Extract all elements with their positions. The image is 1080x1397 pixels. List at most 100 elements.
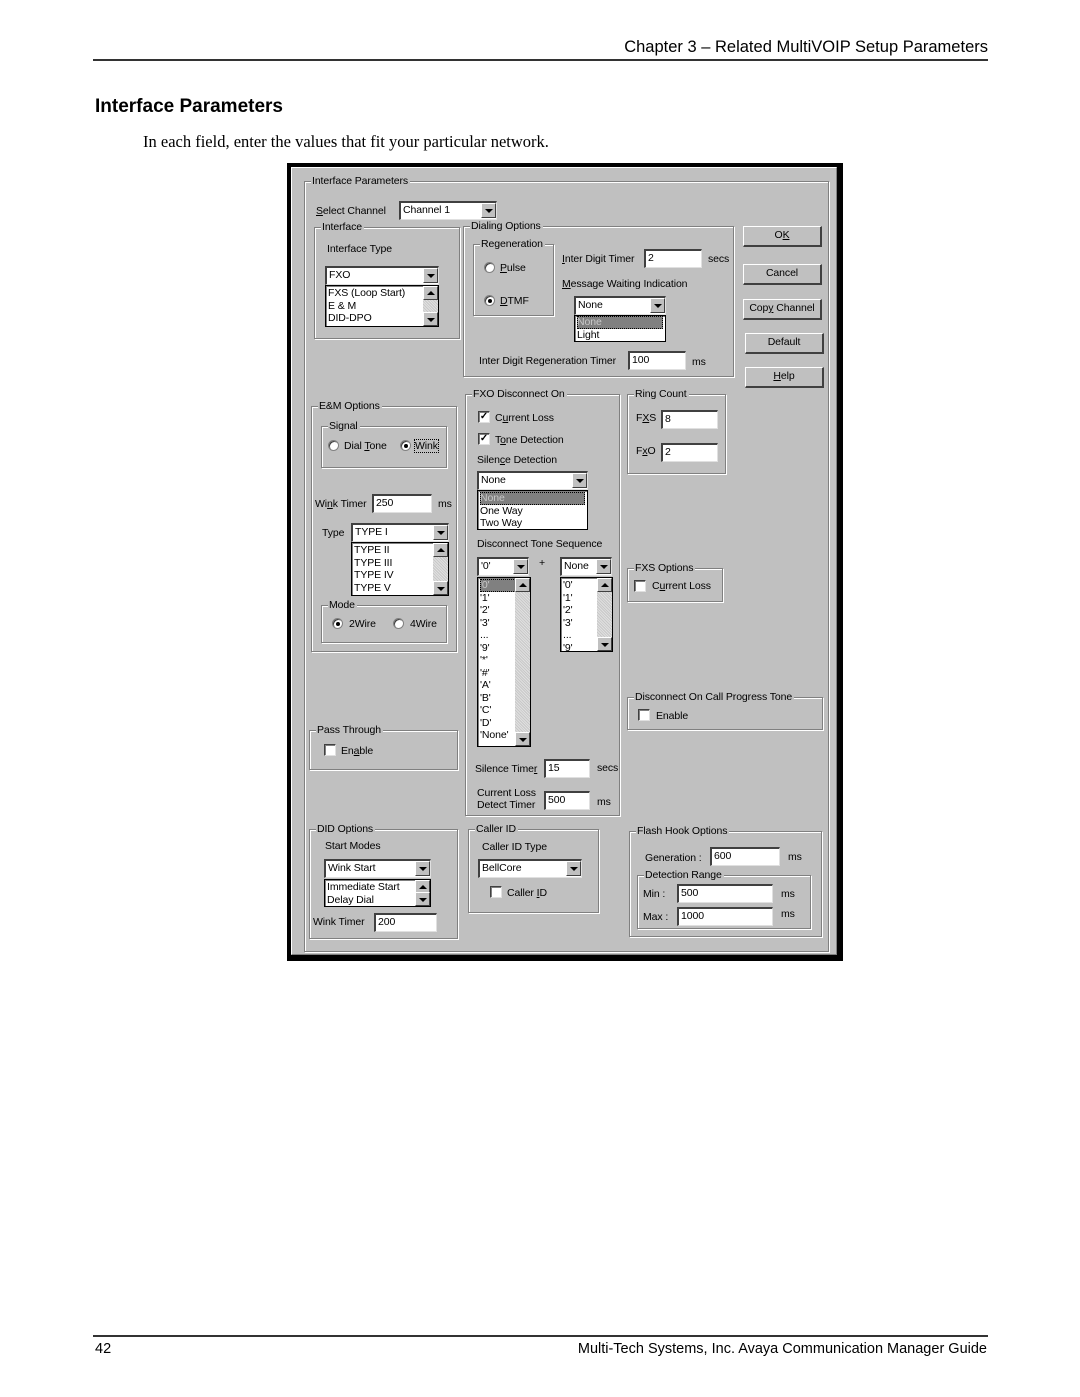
start-mode-combo[interactable]: Wink Start	[324, 859, 431, 878]
tone-sequence-first-combo[interactable]: '0'	[477, 557, 529, 576]
tone-sequence-second-value: None	[564, 560, 589, 572]
interface-group-title: Interface	[321, 221, 364, 233]
scroll-down-icon[interactable]	[423, 312, 438, 326]
caller-id-checkbox[interactable]	[490, 886, 502, 898]
list-item[interactable]: DID-DPO	[328, 312, 438, 325]
list-item[interactable]: Light	[577, 329, 665, 342]
regeneration-title: Regeneration	[480, 238, 545, 250]
scroll-down-icon[interactable]	[597, 637, 612, 651]
tone-sequence-first-list[interactable]: '0' '1' '2' '3'... '9' '*' '#' 'A' 'B' 'C' 'D' 'Non…	[477, 577, 531, 747]
wink-label: Wink	[414, 439, 439, 453]
help-button[interactable]: Help	[745, 367, 824, 388]
chevron-down-icon[interactable]	[572, 473, 587, 488]
list-item[interactable]: FXS (Loop Start)	[328, 287, 438, 300]
fxo-ring-input[interactable]: 2	[661, 443, 718, 462]
wink-radio[interactable]	[400, 440, 411, 451]
mwi-combo[interactable]: None	[574, 296, 666, 315]
dtmf-radio[interactable]	[484, 295, 495, 306]
generation-input[interactable]: 600	[710, 847, 780, 866]
em-wink-timer-unit: ms	[438, 498, 452, 510]
pulse-radio[interactable]	[484, 262, 495, 273]
pass-through-enable-checkbox[interactable]	[324, 744, 336, 756]
inter-digit-timer-input[interactable]: 2	[644, 249, 702, 268]
cancel-button[interactable]: Cancel	[743, 264, 822, 285]
call-progress-enable-checkbox[interactable]	[638, 709, 650, 721]
fxs-current-loss-checkbox[interactable]	[634, 580, 646, 592]
current-loss-timer-input[interactable]: 500	[544, 791, 590, 810]
default-button[interactable]: Default	[745, 333, 824, 354]
chevron-down-icon[interactable]	[566, 861, 581, 876]
chevron-down-icon[interactable]	[423, 268, 438, 283]
tone-detection-checkbox[interactable]: ✓	[478, 433, 490, 445]
min-input[interactable]: 500	[677, 884, 773, 903]
chevron-down-icon[interactable]	[513, 559, 528, 574]
fxs-current-loss-label: Current Loss	[652, 580, 711, 592]
silence-timer-input[interactable]: 15	[544, 759, 590, 778]
interface-type-list[interactable]: FXS (Loop Start) E & M DID-DPO	[325, 285, 439, 327]
scrollbar[interactable]	[423, 286, 438, 326]
silence-detection-value: None	[481, 474, 506, 486]
scroll-up-icon[interactable]	[423, 286, 438, 300]
scroll-up-icon[interactable]	[433, 543, 448, 557]
scrollbar[interactable]	[433, 543, 448, 595]
caller-id-group: Caller ID Caller ID Type BellCore Caller…	[468, 823, 599, 913]
list-item[interactable]: One Way	[480, 505, 587, 518]
did-wink-timer-input[interactable]: 200	[374, 913, 437, 932]
four-wire-label: 4Wire	[410, 618, 437, 630]
chevron-down-icon[interactable]	[650, 298, 665, 313]
current-loss-checkbox[interactable]: ✓	[478, 411, 490, 423]
scrollbar[interactable]	[515, 578, 530, 746]
caller-id-type-label: Caller ID Type	[482, 841, 547, 853]
list-item[interactable]: Two Way	[480, 517, 587, 529]
silence-detection-combo[interactable]: None	[477, 471, 588, 490]
list-item-selected[interactable]: None	[577, 316, 663, 329]
fxs-options-group: FXS Options Current Loss	[627, 562, 723, 602]
chevron-down-icon[interactable]	[596, 559, 611, 574]
silence-timer-label: Silence Timer	[475, 763, 538, 775]
caller-id-type-combo[interactable]: BellCore	[478, 859, 582, 878]
em-wink-timer-label: Wink Timer	[315, 498, 367, 510]
chevron-down-icon[interactable]	[481, 203, 496, 218]
interface-type-combo[interactable]: FXO	[325, 266, 439, 285]
current-loss-label: Current Loss	[495, 412, 554, 424]
regen-timer-input[interactable]: 100	[628, 351, 686, 370]
tone-detection-label: Tone Detection	[495, 434, 564, 446]
fxo-disconnect-title: FXO Disconnect On	[472, 388, 567, 400]
select-channel-combo[interactable]: Channel 1	[399, 201, 497, 220]
four-wire-radio[interactable]	[393, 618, 404, 629]
em-wink-timer-input[interactable]: 250	[372, 494, 432, 513]
chevron-down-icon[interactable]	[415, 861, 430, 876]
plus-sign: +	[539, 557, 546, 569]
max-input[interactable]: 1000	[677, 907, 773, 926]
interface-type-label: Interface Type	[327, 243, 392, 255]
scrollbar[interactable]	[597, 578, 612, 651]
dial-tone-radio[interactable]	[328, 440, 339, 451]
tone-sequence-first-value: '0'	[481, 560, 491, 572]
scroll-up-icon[interactable]	[515, 578, 530, 592]
signal-group: Signal Dial Tone Wink	[321, 420, 447, 468]
tone-sequence-second-list[interactable]: '0' '1' '2' '3'... '9'	[560, 577, 613, 652]
mwi-list[interactable]: None Light	[574, 315, 666, 342]
select-channel-label: Select Channel	[316, 205, 386, 217]
fxs-ring-label: FXS	[636, 412, 657, 424]
em-type-combo[interactable]: TYPE I	[351, 523, 449, 542]
ok-button[interactable]: OK	[743, 226, 822, 247]
silence-detection-list[interactable]: None One Way Two Way	[477, 490, 588, 530]
two-wire-radio[interactable]	[332, 618, 343, 629]
select-channel-text: elect Channel	[322, 205, 386, 217]
chevron-down-icon[interactable]	[433, 525, 448, 540]
start-mode-list[interactable]: Immediate Start Delay Dial	[324, 879, 431, 907]
section-title: Interface Parameters	[95, 96, 283, 117]
list-item[interactable]: E & M	[328, 300, 438, 313]
flash-hook-group: Flash Hook Options Generation : 600 ms D…	[629, 825, 822, 937]
scroll-up-icon[interactable]	[597, 578, 612, 592]
scroll-down-icon[interactable]	[415, 892, 430, 906]
fxs-ring-input[interactable]: 8	[661, 410, 718, 429]
scroll-down-icon[interactable]	[433, 581, 448, 595]
scrollbar[interactable]	[415, 880, 430, 906]
copy-channel-button[interactable]: Copy Channel	[743, 299, 822, 320]
em-type-list[interactable]: TYPE II TYPE III TYPE IV TYPE V	[351, 542, 449, 596]
tone-sequence-second-combo[interactable]: None	[560, 557, 612, 576]
list-item-selected[interactable]: None	[480, 492, 585, 505]
scroll-down-icon[interactable]	[515, 732, 530, 746]
